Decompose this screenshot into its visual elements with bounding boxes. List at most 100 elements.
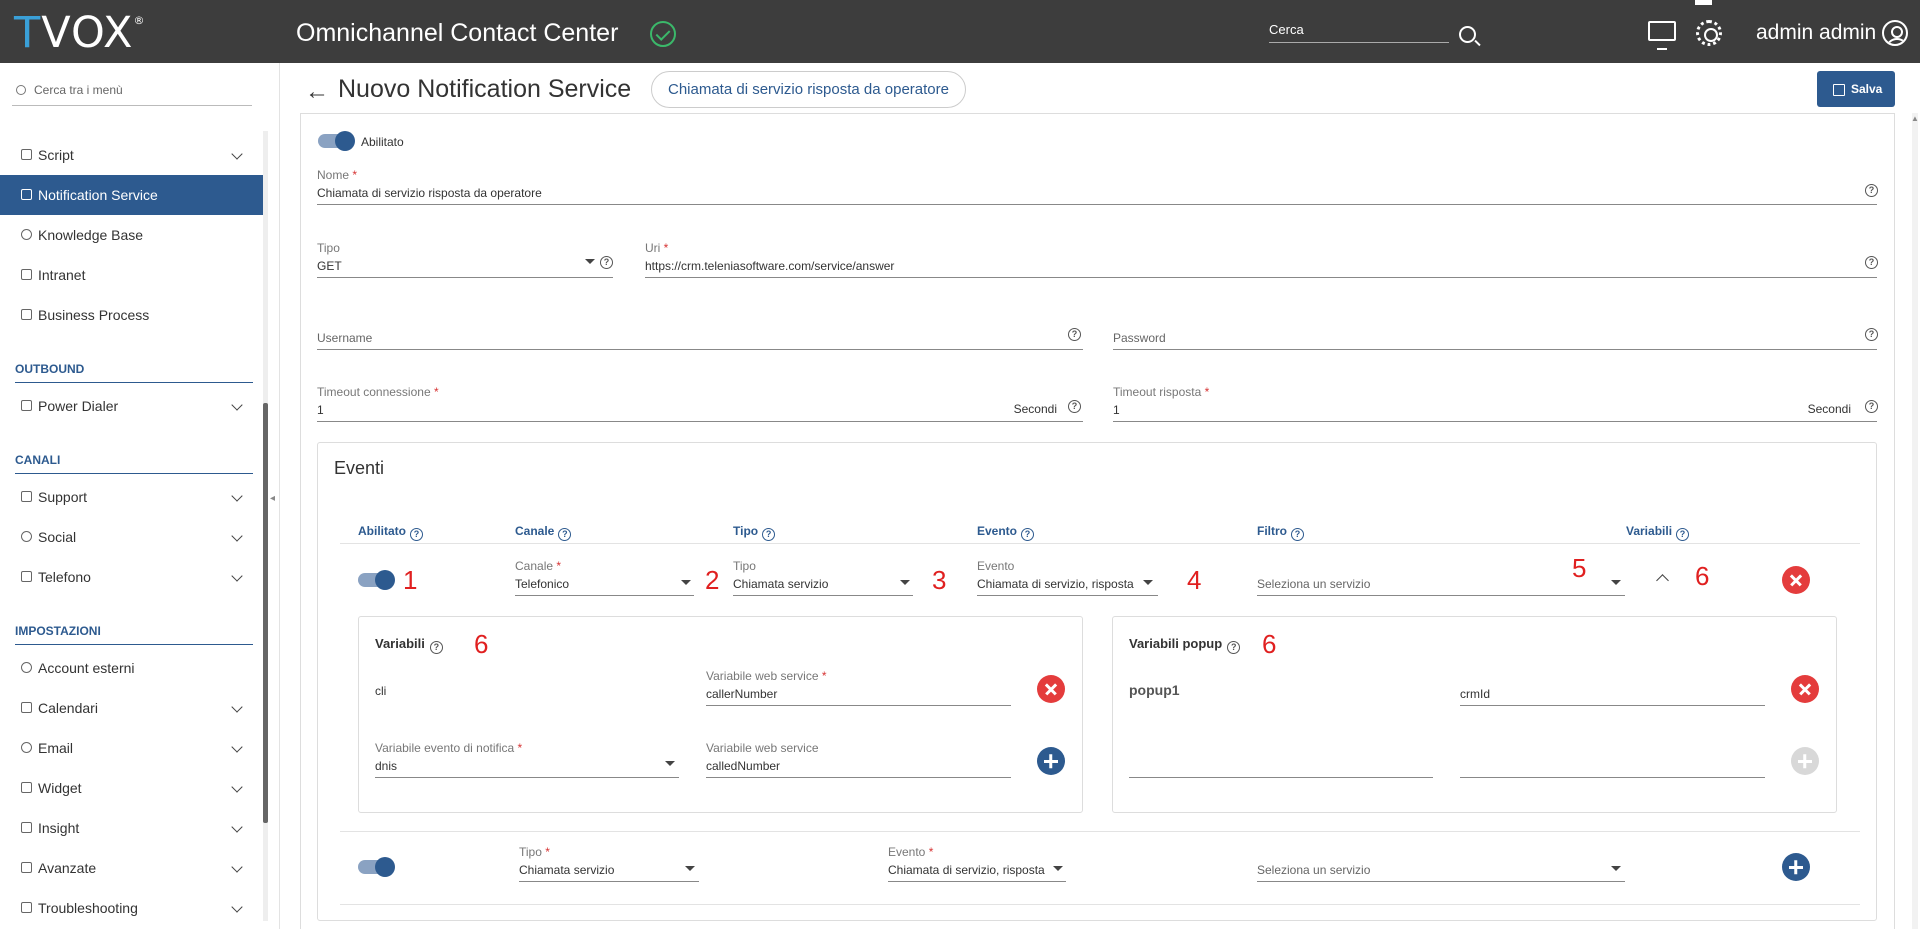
nome-field[interactable]: Nome * Chiamata di servizio risposta da … [317,168,1877,205]
variabile-web-service-field[interactable]: Variabile web service * callerNumber [706,669,1011,706]
filtro-dropdown-icon[interactable] [1611,866,1621,871]
event-2-enabled-toggle[interactable] [358,857,395,877]
main-scrollbar[interactable] [1912,113,1918,929]
sidebar-search-input[interactable]: Cerca tra i menù [12,83,252,106]
bookmark-icon [21,269,32,280]
scroll-up-icon[interactable]: ▲ [1911,114,1919,123]
evento-dropdown-icon[interactable] [1143,580,1153,585]
help-icon[interactable]: ? [1021,528,1035,541]
sidebar-item-insight[interactable]: Insight [0,808,263,848]
back-arrow-icon[interactable]: ← [305,78,329,106]
tipo-help-icon[interactable]: ? [600,256,613,269]
help-icon[interactable]: ? [762,528,776,541]
phone-icon [21,400,32,411]
annotation-1: 1 [403,565,418,595]
status-ok-icon [650,21,676,47]
username-field[interactable]: Username [317,330,1083,350]
filtro-dropdown-icon[interactable] [1611,580,1621,585]
timeout-risposta-field[interactable]: Timeout risposta * 1 Secondi [1113,385,1877,422]
timeout-connessione-help-icon[interactable]: ? [1068,400,1081,413]
user-name[interactable]: admin admin [1756,21,1876,45]
variabile-web-service-field[interactable]: Variabile web service calledNumber [706,741,1011,778]
section-canali: CANALI [15,453,253,474]
annotation-4: 4 [1187,565,1202,595]
sidebar-scroll-thumb[interactable] [263,403,268,823]
gear-icon[interactable] [1696,20,1722,46]
mail-icon [21,491,32,502]
evento-dropdown-icon[interactable] [1053,866,1063,871]
sidebar-item-widget[interactable]: Widget [0,768,263,808]
enabled-toggle[interactable] [318,131,355,151]
add-event-button[interactable] [1782,853,1810,881]
username-help-icon[interactable]: ? [1068,328,1081,341]
timeout-connessione-field[interactable]: Timeout connessione * 1 Secondi [317,385,1083,422]
canale-dropdown-icon[interactable] [681,580,691,585]
sidebar-item-social[interactable]: Social [0,517,263,557]
event-1-canale-select[interactable]: Canale * Telefonico [515,559,694,596]
sidebar-item-power-dialer[interactable]: Power Dialer [0,386,263,426]
event-1-filtro-select[interactable]: Seleziona un servizio [1257,576,1625,596]
search-icon[interactable] [1459,26,1476,43]
sidebar-item-avanzate[interactable]: Avanzate [0,848,263,888]
sidebar-item-script[interactable]: Script [0,135,263,175]
add-popup-variable-button[interactable] [1791,747,1819,775]
password-help-icon[interactable]: ? [1865,328,1878,341]
help-icon[interactable]: ? [1676,528,1690,541]
sidebar-item-notification-service[interactable]: Notification Service [0,175,263,215]
collapse-sidebar-icon[interactable]: ◂ [270,493,275,504]
popup-variable-name-field[interactable] [1129,758,1433,778]
save-button[interactable]: Salva [1817,71,1895,107]
variabile-evento-select[interactable]: Variabile evento di notifica * dnis [375,741,679,778]
password-field[interactable]: Password [1113,330,1877,350]
sidebar-item-intranet[interactable]: Intranet [0,255,263,295]
enabled-label: Abilitato [361,135,404,149]
tipo-dropdown-icon[interactable] [585,259,595,264]
flow-icon [21,309,32,320]
chevron-down-icon [231,741,243,753]
sidebar-item-knowledge-base[interactable]: Knowledge Base [0,215,263,255]
sidebar-item-troubleshooting[interactable]: Troubleshooting [0,888,263,928]
event-2-tipo-select[interactable]: Tipo * Chiamata servizio [519,845,699,882]
nome-help-icon[interactable]: ? [1865,184,1878,197]
tipo-dropdown-icon[interactable] [900,580,910,585]
delete-event-button[interactable] [1782,566,1810,594]
event-2-filtro-select[interactable]: Seleziona un servizio [1257,862,1625,882]
sidebar-item-telefono[interactable]: Telefono [0,557,263,597]
popup-variable-value-field[interactable] [1460,758,1765,778]
sidebar-item-calendari[interactable]: Calendari [0,688,263,728]
help-icon[interactable]: ? [1291,528,1304,541]
tipo-select[interactable]: Tipo GET [317,241,613,278]
event-1-tipo-select[interactable]: Tipo Chiamata servizio [733,559,913,596]
delete-variable-button[interactable] [1037,675,1065,703]
add-variable-button[interactable] [1037,747,1065,775]
timeout-risposta-help-icon[interactable]: ? [1865,400,1878,413]
user-icon[interactable] [1882,20,1908,46]
divider [340,831,1860,832]
chevron-down-icon [231,821,243,833]
sidebar-item-email[interactable]: Email [0,728,263,768]
variabile-evento-dropdown-icon[interactable] [665,761,675,766]
chevron-down-icon [231,701,243,713]
sidebar-item-business-process[interactable]: Business Process [0,295,263,335]
uri-help-icon[interactable]: ? [1865,256,1878,269]
app-title: Omnichannel Contact Center [296,19,619,47]
section-outbound: OUTBOUND [15,362,253,383]
event-1-evento-select[interactable]: Evento Chiamata di servizio, risposta [977,559,1158,596]
chevron-down-icon [231,490,243,502]
popup-variable-value-field[interactable]: crmId [1460,686,1765,706]
top-search-input[interactable]: Cerca [1269,22,1449,43]
event-2-evento-select[interactable]: Evento * Chiamata di servizio, risposta [888,845,1066,882]
tipo-dropdown-icon[interactable] [685,866,695,871]
monitor-icon[interactable] [1648,21,1676,50]
help-icon[interactable]: ? [410,528,423,541]
event-1-enabled-toggle[interactable] [358,570,395,590]
uri-field[interactable]: Uri * https://crm.teleniasoftware.com/se… [645,241,1877,278]
sidebar-item-support[interactable]: Support [0,477,263,517]
help-icon[interactable]: ? [429,641,443,654]
delete-popup-variable-button[interactable] [1791,675,1819,703]
annotation-6: 6 [474,629,489,659]
sidebar-item-account-esterni[interactable]: Account esterni [0,648,263,688]
annotation-2: 2 [705,565,720,595]
help-icon[interactable]: ? [558,528,572,541]
help-icon[interactable]: ? [1227,641,1241,654]
